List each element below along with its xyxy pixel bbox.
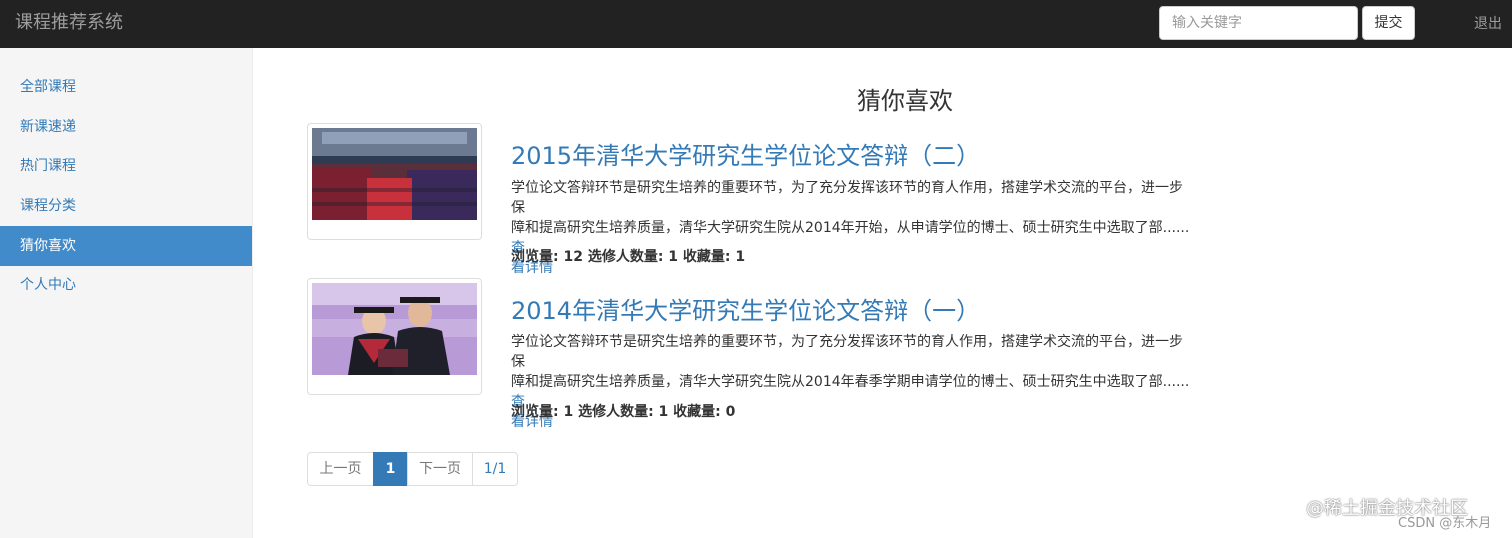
graduation-ceremony-image: [312, 128, 477, 220]
search-input[interactable]: [1159, 6, 1358, 40]
sidebar-item-all-courses[interactable]: 全部课程: [0, 67, 252, 107]
course-description-1-line-2: 障和提高研究生培养质量，清华大学研究生院从2014年开始，从申请学位的博士、硕士…: [511, 220, 1190, 236]
prev-page-button[interactable]: 上一页: [307, 452, 374, 486]
graduation-photo-image: [312, 283, 477, 375]
logout-link[interactable]: 退出: [1474, 14, 1502, 34]
brand-title[interactable]: 课程推荐系统: [15, 11, 123, 35]
course-stats-1: 浏览量: 12 选修人数量: 1 收藏量: 1: [511, 249, 746, 265]
sidebar-item-new-courses[interactable]: 新课速递: [0, 107, 252, 147]
course-stats-2: 浏览量: 1 选修人数量: 1 收藏量: 0: [511, 404, 736, 420]
course-description-2-line-2: 障和提高研究生培养质量，清华大学研究生院从2014年春季学期申请学位的博士、硕士…: [511, 374, 1190, 390]
course-thumbnail-1[interactable]: [307, 123, 482, 240]
sidebar-item-guess-you-like[interactable]: 猜你喜欢: [0, 226, 252, 266]
course-thumbnail-2[interactable]: [307, 278, 482, 395]
sidebar-item-hot-courses[interactable]: 热门课程: [0, 146, 252, 186]
page-1-button[interactable]: 1: [373, 452, 408, 486]
course-description-2-line-1: 学位论文答辩环节是研究生培养的重要环节，为了充分发挥该环节的育人作用，搭建学术交…: [511, 334, 1183, 370]
csdn-watermark: CSDN @东木月: [1398, 516, 1492, 531]
sidebar: 全部课程 新课速递 热门课程 课程分类 猜你喜欢 个人中心: [0, 48, 253, 538]
course-description-1-line-1: 学位论文答辩环节是研究生培养的重要环节，为了充分发挥该环节的育人作用，搭建学术交…: [511, 180, 1183, 216]
sidebar-item-categories[interactable]: 课程分类: [0, 186, 252, 226]
pagination: 上一页 1 下一页 1/1: [307, 452, 518, 486]
sidebar-item-personal-center[interactable]: 个人中心: [0, 265, 252, 305]
next-page-button[interactable]: 下一页: [407, 452, 473, 486]
submit-button[interactable]: 提交: [1362, 6, 1415, 40]
course-title-1[interactable]: 2015年清华大学研究生学位论文答辩（二）: [511, 140, 980, 172]
course-title-2[interactable]: 2014年清华大学研究生学位论文答辩（一）: [511, 295, 980, 327]
page-title: 猜你喜欢: [857, 87, 953, 115]
page-info: 1/1: [472, 452, 518, 486]
top-navbar: 课程推荐系统 提交 退出: [0, 0, 1512, 48]
